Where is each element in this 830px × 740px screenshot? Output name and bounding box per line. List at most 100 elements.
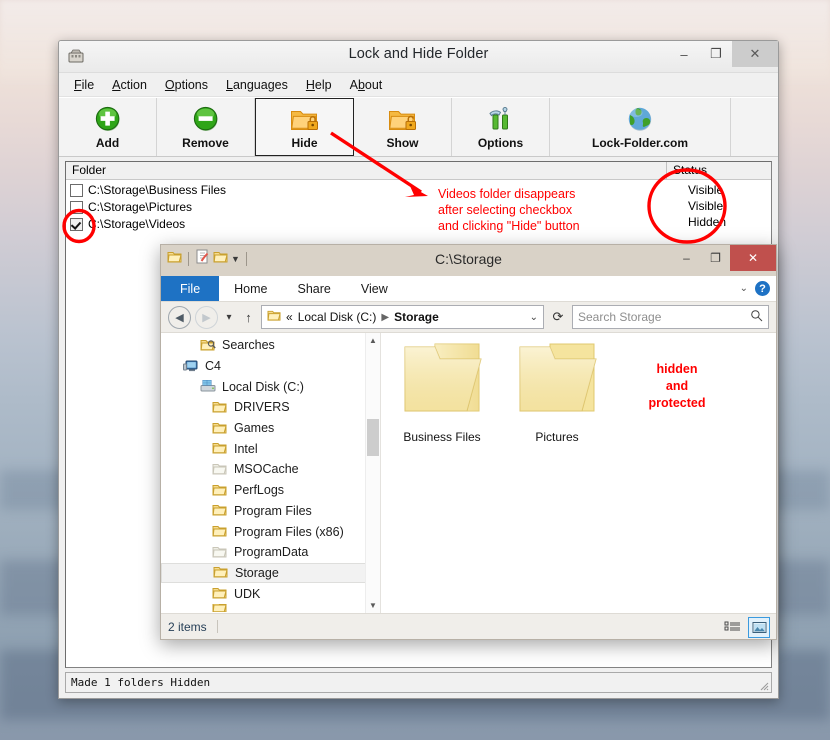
tab-share[interactable]: Share: [283, 276, 346, 301]
main-toolbar[interactable]: Add Remove: [59, 97, 778, 157]
explorer-minimize-button[interactable]: –: [672, 245, 701, 271]
refresh-icon[interactable]: ⟳: [548, 306, 568, 328]
back-arrow-icon[interactable]: ◀: [168, 306, 191, 329]
menu-action[interactable]: Action: [103, 76, 156, 94]
window-titlebar[interactable]: Lock and Hide Folder – ❐ ✕: [59, 41, 778, 73]
toolbar-show-button[interactable]: Show: [354, 98, 452, 156]
view-mode-buttons[interactable]: [722, 617, 770, 638]
row-checkbox-business-files[interactable]: [70, 184, 83, 197]
list-item[interactable]: Business Files: [387, 341, 497, 444]
computer-icon: [183, 359, 200, 374]
breadcrumb-item-drive[interactable]: Local Disk (C:): [298, 310, 377, 324]
breadcrumb-chevron-down-icon[interactable]: ⌄: [530, 312, 538, 323]
navigation-pane[interactable]: Searches C4 Local Disk (C:) DRIVERS: [161, 333, 381, 613]
close-button[interactable]: ✕: [732, 41, 778, 67]
forward-arrow-icon[interactable]: ▶: [195, 306, 218, 329]
toolbar-website-label: Lock-Folder.com: [592, 136, 688, 150]
tree-item-msocache[interactable]: MSOCache: [161, 459, 366, 480]
explorer-status-bar: 2 items: [161, 613, 776, 639]
resize-grip-icon[interactable]: [757, 679, 769, 691]
table-row[interactable]: C:\Storage\Videos: [66, 216, 771, 232]
menu-bar[interactable]: File Action Options Languages Help About: [59, 73, 778, 97]
tree-item-drivers[interactable]: DRIVERS: [161, 397, 366, 418]
breadcrumb[interactable]: « Local Disk (C:) ▶ Storage ⌄: [261, 305, 544, 329]
recent-chevron-down-icon[interactable]: ▾: [222, 312, 236, 323]
tree-item-label: ProgramData: [234, 545, 308, 559]
tree-item-local-disk-c[interactable]: Local Disk (C:): [161, 376, 366, 397]
column-header-folder[interactable]: Folder: [66, 162, 667, 179]
folder-icon: [212, 586, 229, 601]
annotation-line: and: [622, 378, 732, 395]
tree-item-games[interactable]: Games: [161, 418, 366, 439]
column-header-status[interactable]: Status: [667, 162, 771, 179]
tree-item-partial[interactable]: [161, 604, 366, 612]
tree-item-udk[interactable]: UDK: [161, 583, 366, 604]
breadcrumb-overflow[interactable]: «: [286, 310, 293, 324]
details-view-icon[interactable]: [722, 618, 742, 637]
menu-help[interactable]: Help: [297, 76, 341, 94]
toolbar-remove-button[interactable]: Remove: [157, 98, 255, 156]
file-list-pane[interactable]: Business Files Pictures: [381, 333, 776, 613]
list-item[interactable]: Pictures: [502, 341, 612, 444]
toolbar-options-button[interactable]: Options: [452, 98, 550, 156]
maximize-button[interactable]: ❐: [700, 41, 732, 67]
explorer-titlebar[interactable]: ▼ C:\Storage – ❐ ✕: [161, 245, 776, 276]
tree-item-label: PerfLogs: [234, 483, 284, 497]
nav-vertical-scrollbar[interactable]: ▲ ▼: [365, 333, 380, 613]
menu-file[interactable]: File: [65, 76, 103, 94]
scroll-down-arrow-icon[interactable]: ▼: [366, 598, 380, 613]
tree-item-c4[interactable]: C4: [161, 356, 366, 377]
question-mark-icon[interactable]: ?: [755, 281, 770, 296]
ribbon-tabs[interactable]: File Home Share View ⌄ ?: [161, 276, 776, 302]
tree-item-perflogs[interactable]: PerfLogs: [161, 480, 366, 501]
ribbon-right-controls[interactable]: ⌄ ?: [740, 276, 770, 301]
status-bar: Made 1 folders Hidden: [65, 672, 772, 693]
row-path: C:\Storage\Videos: [88, 217, 185, 231]
toolbar-options-label: Options: [478, 136, 523, 150]
explorer-close-button[interactable]: ✕: [730, 245, 776, 271]
folder-tree[interactable]: Searches C4 Local Disk (C:) DRIVERS: [161, 335, 366, 612]
breadcrumb-separator[interactable]: ▶: [381, 312, 389, 323]
search-icon[interactable]: [750, 309, 763, 325]
minimize-button[interactable]: –: [668, 41, 700, 67]
up-arrow-icon[interactable]: ↑: [240, 310, 257, 325]
toolbar-website-button[interactable]: Lock-Folder.com: [550, 98, 731, 156]
file-explorer-window[interactable]: ▼ C:\Storage – ❐ ✕ File Home Share View …: [160, 244, 777, 640]
tree-item-program-files[interactable]: Program Files: [161, 501, 366, 522]
tree-item-storage[interactable]: Storage: [161, 563, 366, 584]
explorer-maximize-button[interactable]: ❐: [701, 245, 730, 271]
toolbar-add-button[interactable]: Add: [59, 98, 157, 156]
tree-item-intel[interactable]: Intel: [161, 438, 366, 459]
tree-item-program-files-x86[interactable]: Program Files (x86): [161, 521, 366, 542]
scrollbar-thumb[interactable]: [367, 419, 379, 456]
status-badge: Visible: [679, 182, 771, 198]
window-controls[interactable]: – ❐ ✕: [668, 41, 778, 72]
row-checkbox-videos[interactable]: [70, 218, 83, 231]
row-checkbox-pictures[interactable]: [70, 201, 83, 214]
chevron-down-icon[interactable]: ⌄: [740, 283, 748, 294]
breadcrumb-folder-icon: [267, 309, 281, 325]
hard-drive-icon: [200, 379, 217, 394]
menu-options[interactable]: Options: [156, 76, 217, 94]
toolbar-hide-button[interactable]: Hide: [255, 98, 354, 156]
menu-languages[interactable]: Languages: [217, 76, 297, 94]
large-icons-view-icon[interactable]: [748, 617, 770, 638]
tab-view[interactable]: View: [346, 276, 403, 301]
annotation-videos-note: Videos folder disappears after selecting…: [438, 186, 648, 234]
annotation-hidden-protected: hidden and protected: [622, 361, 732, 412]
tree-item-label: C4: [205, 359, 221, 373]
menu-about[interactable]: About: [341, 76, 392, 94]
tab-home[interactable]: Home: [219, 276, 282, 301]
tree-item-programdata[interactable]: ProgramData: [161, 542, 366, 563]
status-column: Visible Visible Hidden: [679, 182, 771, 230]
tree-item-searches[interactable]: Searches: [161, 335, 366, 356]
explorer-window-controls[interactable]: – ❐ ✕: [672, 245, 776, 271]
list-header[interactable]: Folder Status: [66, 162, 771, 180]
table-row[interactable]: C:\Storage\Business Files: [66, 182, 771, 198]
table-row[interactable]: C:\Storage\Pictures: [66, 199, 771, 215]
tab-file[interactable]: File: [161, 276, 219, 301]
search-input[interactable]: Search Storage: [572, 305, 769, 329]
breadcrumb-item-storage[interactable]: Storage: [394, 310, 439, 324]
scroll-up-arrow-icon[interactable]: ▲: [366, 333, 380, 348]
address-bar[interactable]: ◀ ▶ ▾ ↑ « Local Disk (C:) ▶ Storage ⌄ ⟳ …: [161, 302, 776, 333]
